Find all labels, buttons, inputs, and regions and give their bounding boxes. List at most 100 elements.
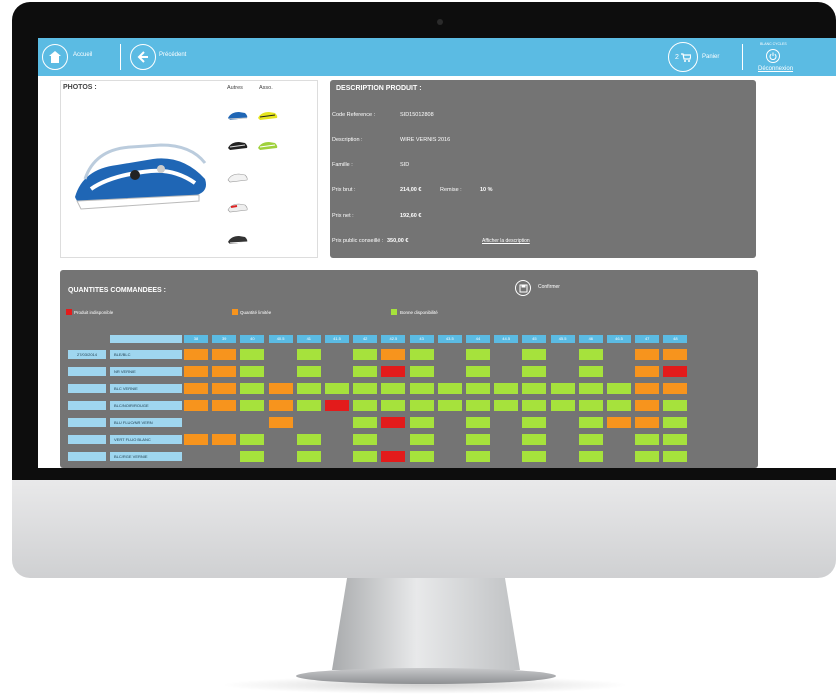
availability-cell[interactable] (212, 349, 237, 360)
availability-cell[interactable] (268, 417, 293, 428)
availability-cell[interactable] (550, 383, 575, 394)
availability-cell[interactable] (578, 451, 603, 462)
back-button[interactable] (130, 44, 156, 70)
availability-cell[interactable] (240, 434, 265, 445)
availability-cell[interactable] (635, 383, 660, 394)
thumb-blue-shoe[interactable] (227, 109, 249, 121)
availability-cell[interactable] (325, 400, 349, 411)
availability-cell[interactable] (268, 400, 293, 411)
availability-cell[interactable] (522, 383, 547, 394)
availability-cell[interactable] (494, 383, 519, 394)
availability-cell[interactable] (409, 349, 434, 360)
availability-cell[interactable] (240, 383, 265, 394)
availability-cell[interactable] (381, 383, 406, 394)
availability-cell[interactable] (522, 349, 547, 360)
availability-cell[interactable] (296, 400, 321, 411)
availability-cell[interactable] (409, 366, 434, 377)
availability-cell[interactable] (522, 417, 547, 428)
availability-cell[interactable] (296, 349, 321, 360)
show-description-link[interactable]: Afficher la description (482, 238, 530, 244)
availability-cell[interactable] (663, 349, 688, 360)
logout-label[interactable]: Déconnexion (758, 66, 793, 72)
availability-cell[interactable] (578, 366, 603, 377)
availability-cell[interactable] (663, 417, 688, 428)
availability-cell[interactable] (381, 417, 406, 428)
thumb-dark-shoe[interactable] (227, 233, 249, 245)
availability-cell[interactable] (663, 451, 688, 462)
availability-cell[interactable] (466, 366, 490, 377)
availability-cell[interactable] (381, 400, 406, 411)
availability-cell[interactable] (212, 366, 237, 377)
availability-cell[interactable] (522, 366, 547, 377)
availability-cell[interactable] (437, 383, 462, 394)
availability-cell[interactable] (381, 451, 406, 462)
availability-cell[interactable] (184, 400, 208, 411)
availability-cell[interactable] (607, 417, 631, 428)
availability-cell[interactable] (353, 349, 378, 360)
thumb-red-shoe[interactable] (227, 201, 249, 213)
availability-cell[interactable] (184, 349, 208, 360)
availability-cell[interactable] (466, 383, 490, 394)
availability-cell[interactable] (353, 434, 378, 445)
availability-cell[interactable] (466, 417, 490, 428)
availability-cell[interactable] (296, 434, 321, 445)
confirm-button[interactable] (515, 280, 531, 296)
availability-cell[interactable] (353, 383, 378, 394)
availability-cell[interactable] (663, 366, 688, 377)
availability-cell[interactable] (494, 400, 519, 411)
availability-cell[interactable] (409, 400, 434, 411)
confirm-label[interactable]: Confirmer (538, 284, 560, 290)
availability-cell[interactable] (663, 383, 688, 394)
availability-cell[interactable] (296, 366, 321, 377)
availability-cell[interactable] (635, 349, 660, 360)
availability-cell[interactable] (466, 451, 490, 462)
availability-cell[interactable] (635, 434, 660, 445)
availability-cell[interactable] (353, 451, 378, 462)
availability-cell[interactable] (184, 434, 208, 445)
availability-cell[interactable] (353, 417, 378, 428)
home-button[interactable] (42, 44, 68, 70)
availability-cell[interactable] (240, 400, 265, 411)
availability-cell[interactable] (466, 349, 490, 360)
availability-cell[interactable] (184, 366, 208, 377)
availability-cell[interactable] (522, 451, 547, 462)
availability-cell[interactable] (466, 434, 490, 445)
availability-cell[interactable] (607, 400, 631, 411)
availability-cell[interactable] (184, 383, 208, 394)
availability-cell[interactable] (578, 349, 603, 360)
availability-cell[interactable] (607, 383, 631, 394)
availability-cell[interactable] (268, 383, 293, 394)
thumb-white-shoe[interactable] (227, 171, 249, 183)
availability-cell[interactable] (437, 400, 462, 411)
availability-cell[interactable] (550, 400, 575, 411)
availability-cell[interactable] (296, 383, 321, 394)
availability-cell[interactable] (409, 434, 434, 445)
availability-cell[interactable] (578, 383, 603, 394)
availability-cell[interactable] (381, 349, 406, 360)
availability-cell[interactable] (325, 383, 349, 394)
back-label[interactable]: Précédent (159, 52, 186, 58)
availability-cell[interactable] (296, 451, 321, 462)
availability-cell[interactable] (522, 400, 547, 411)
thumb-green-shoe[interactable] (257, 139, 279, 151)
availability-cell[interactable] (212, 400, 237, 411)
availability-cell[interactable] (635, 400, 660, 411)
availability-cell[interactable] (578, 417, 603, 428)
thumb-yellow-shoe[interactable] (257, 109, 279, 121)
availability-cell[interactable] (212, 383, 237, 394)
cart-label[interactable]: Panier (702, 54, 719, 60)
availability-cell[interactable] (635, 366, 660, 377)
availability-cell[interactable] (409, 451, 434, 462)
availability-cell[interactable] (663, 434, 688, 445)
availability-cell[interactable] (240, 366, 265, 377)
cart-button[interactable]: 2 (668, 42, 698, 72)
availability-cell[interactable] (409, 383, 434, 394)
availability-cell[interactable] (635, 417, 660, 428)
availability-cell[interactable] (353, 400, 378, 411)
home-label[interactable]: Accueil (73, 52, 92, 58)
availability-cell[interactable] (663, 400, 688, 411)
availability-cell[interactable] (381, 366, 406, 377)
availability-cell[interactable] (578, 400, 603, 411)
availability-cell[interactable] (466, 400, 490, 411)
availability-cell[interactable] (522, 434, 547, 445)
